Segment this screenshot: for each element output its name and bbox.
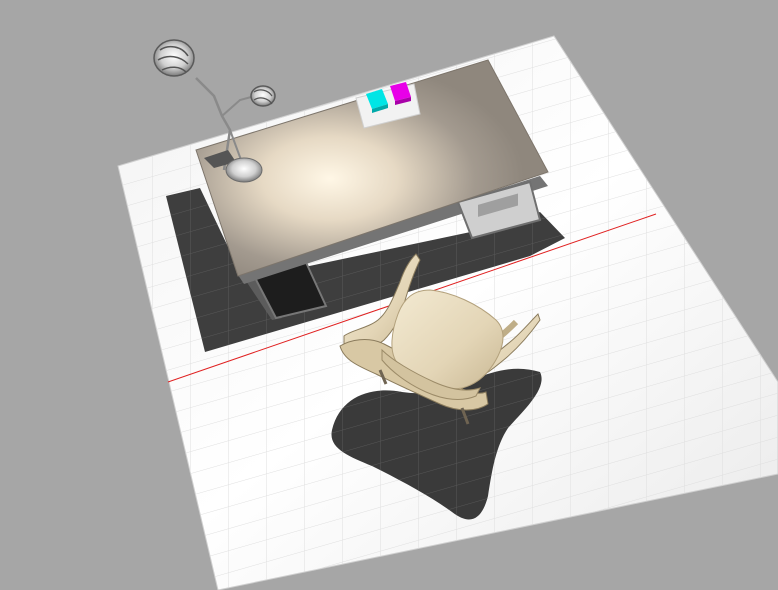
lamp-base <box>225 157 263 183</box>
scene-canvas[interactable] <box>0 0 778 590</box>
lamp-shade-large <box>153 39 195 77</box>
simulation-viewport[interactable] <box>0 0 778 590</box>
